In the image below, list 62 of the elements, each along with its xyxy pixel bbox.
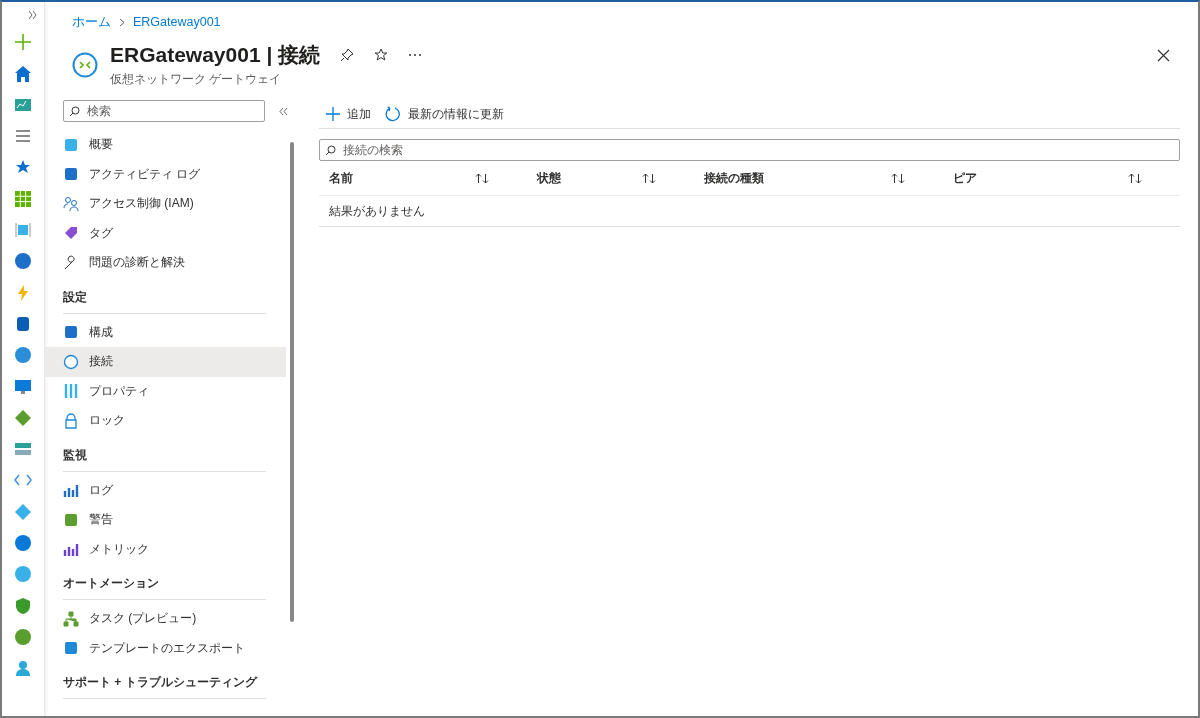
person-icon[interactable] <box>14 659 32 678</box>
menu-item[interactable]: アクセス制御 (IAM) <box>45 189 286 219</box>
page-title: ERGateway001 | 接続 <box>110 42 321 68</box>
menu-item[interactable]: テンプレートのエクスポート <box>45 633 286 663</box>
chevron-icon <box>119 17 125 27</box>
connection-search-field[interactable]: 接続の検索 <box>319 139 1180 161</box>
sort-icon[interactable] <box>1128 172 1142 184</box>
column-header[interactable]: 接続の種類 <box>704 169 764 187</box>
refresh-icon <box>385 106 401 122</box>
menu-item[interactable]: 問題の診断と解決 <box>45 248 286 278</box>
resource-type-label: 仮想ネットワーク ゲートウェイ <box>110 71 283 88</box>
section-heading: 監視 <box>63 435 266 472</box>
menu-item[interactable]: タスク (プレビュー) <box>45 604 286 634</box>
section-heading: 設定 <box>63 277 266 314</box>
star-icon[interactable] <box>374 48 389 62</box>
menu-item[interactable]: 概要 <box>45 130 286 160</box>
expand-icon[interactable] <box>28 10 38 20</box>
menu-item[interactable]: アクティビティ ログ <box>45 159 286 189</box>
menu-item[interactable]: ログ <box>45 475 286 505</box>
breadcrumb-link[interactable]: ホーム <box>72 13 111 31</box>
menu-item[interactable]: タグ <box>45 218 286 248</box>
empty-message: 結果がありません <box>329 202 425 220</box>
menu-item[interactable]: ロック <box>45 406 286 436</box>
toolbar-button[interactable]: 追加 <box>326 105 371 123</box>
diamond-icon[interactable] <box>14 408 32 427</box>
search-icon <box>69 106 80 117</box>
column-header[interactable]: 名前 <box>329 169 353 187</box>
shield-icon[interactable] <box>14 596 32 615</box>
connection-icon <box>63 353 79 370</box>
cube-icon[interactable] <box>14 221 32 240</box>
hierarchy-icon <box>63 610 79 627</box>
menu-item[interactable]: プロパティ <box>45 376 286 406</box>
tag-icon <box>63 225 79 242</box>
pin-icon[interactable] <box>340 48 355 62</box>
plus-icon <box>326 107 340 121</box>
pyramid-icon[interactable] <box>14 502 32 521</box>
sort-icon[interactable] <box>642 172 656 184</box>
search-icon <box>325 145 336 156</box>
toolbar-button[interactable]: 最新の情報に更新 <box>385 105 504 123</box>
people-icon <box>63 195 79 212</box>
menu-item[interactable]: 構成 <box>45 317 286 347</box>
breadcrumb-link[interactable]: ERGateway001 <box>133 15 221 29</box>
chart-icon <box>63 541 79 558</box>
menu-item[interactable]: 接続 <box>45 347 286 377</box>
home-icon[interactable] <box>14 64 32 83</box>
sort-icon[interactable] <box>475 172 489 184</box>
sort-icon[interactable] <box>891 172 905 184</box>
padlock-icon <box>63 412 79 429</box>
grid-icon[interactable] <box>14 189 32 208</box>
close-icon[interactable] <box>1157 48 1170 62</box>
column-header[interactable]: ピア <box>953 169 977 187</box>
section-heading: サポート + トラブルシューティング <box>63 663 266 699</box>
chart-icon <box>63 482 79 499</box>
section-heading: オートメーション <box>63 564 266 600</box>
collapse-icon[interactable] <box>279 106 288 116</box>
more-icon[interactable] <box>408 53 423 57</box>
menu-search-field[interactable]: 検索 <box>63 100 265 122</box>
column-header[interactable]: 状態 <box>537 169 561 187</box>
menu-item[interactable]: メトリック <box>45 534 286 564</box>
bars-icon <box>63 383 79 400</box>
menu-item[interactable]: 警告 <box>45 505 286 535</box>
gateway-icon <box>72 52 98 78</box>
